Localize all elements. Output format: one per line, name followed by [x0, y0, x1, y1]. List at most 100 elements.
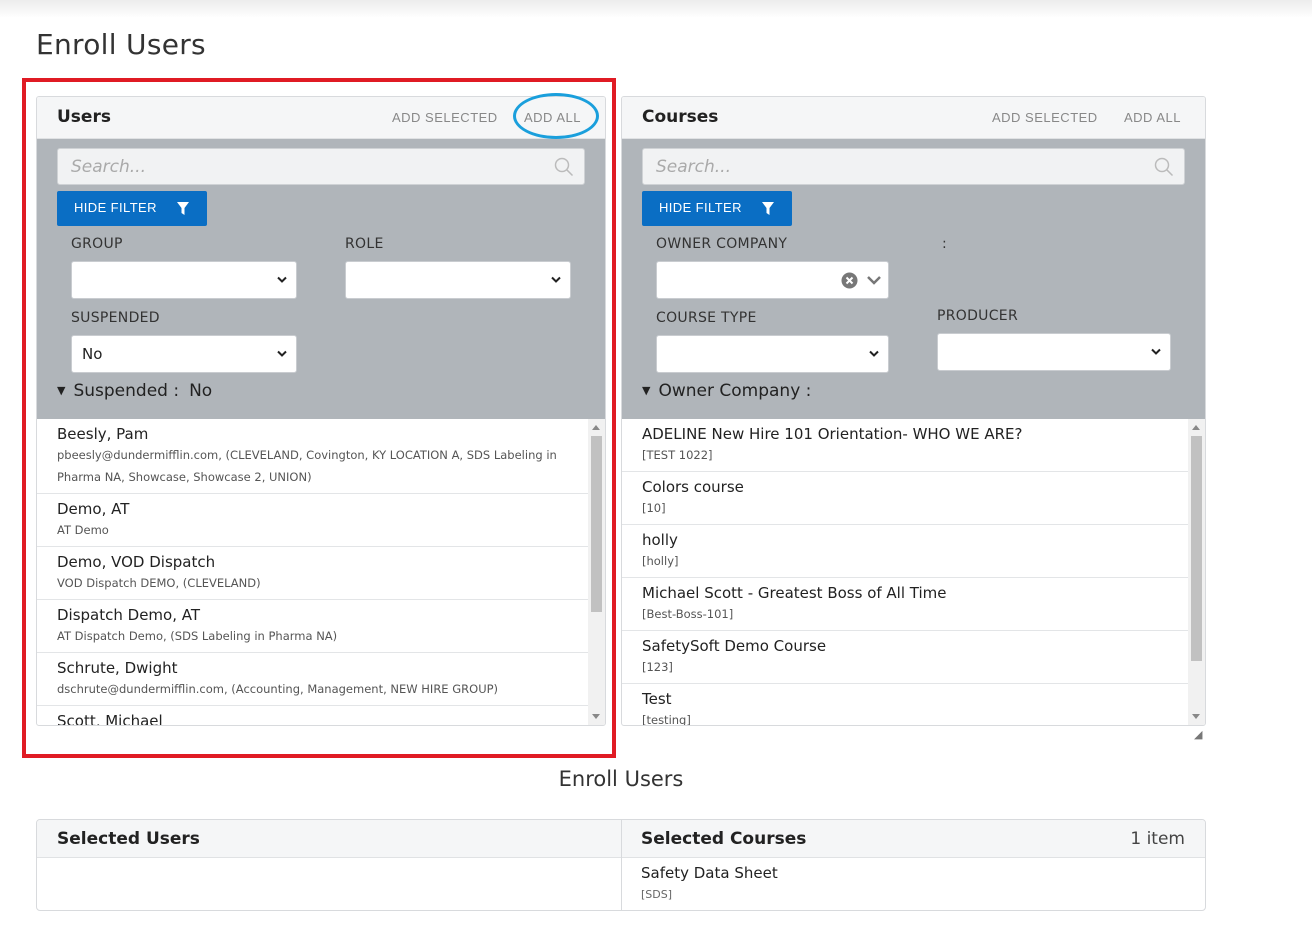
courses-list: ADELINE New Hire 101 Orientation- WHO WE… [622, 419, 1188, 725]
users-hide-filter-button[interactable]: HIDE FILTER [57, 191, 207, 226]
item-name: holly [642, 531, 678, 549]
chevron-down-icon [869, 350, 879, 357]
item-detail: pbeesly@dundermifflin.com, (CLEVELAND, C… [57, 448, 557, 484]
item-detail: [testing] [642, 713, 691, 725]
list-item[interactable]: ADELINE New Hire 101 Orientation- WHO WE… [622, 419, 1188, 472]
list-item[interactable]: Dispatch Demo, AT AT Dispatch Demo, (SDS… [37, 600, 588, 653]
scroll-thumb[interactable] [1191, 436, 1202, 661]
users-active-filter: ▼ Suspended : No [57, 381, 212, 401]
enroll-section-title: Enroll Users [558, 767, 684, 791]
scroll-thumb[interactable] [591, 436, 602, 612]
item-name: Colors course [642, 478, 744, 496]
group-label: GROUP [71, 236, 123, 252]
chevron-down-icon [277, 350, 287, 357]
item-detail: dschrute@dundermifflin.com, (Accounting,… [57, 682, 499, 696]
role-select[interactable] [345, 261, 571, 299]
users-filter-area: HIDE FILTER GROUP ROLE SUSPENDED No ▼ Sus… [37, 139, 605, 419]
hide-filter-label: HIDE FILTER [659, 200, 742, 215]
scroll-down-icon[interactable] [1192, 714, 1200, 719]
list-item[interactable]: Beesly, Pam pbeesly@dundermifflin.com, (… [37, 419, 588, 494]
item-detail: [TEST 1022] [642, 448, 713, 462]
users-add-selected-button[interactable]: ADD SELECTED [392, 110, 498, 125]
list-item[interactable]: SafetySoft Demo Course [123] [622, 631, 1188, 684]
owner-company-select[interactable] [656, 261, 889, 299]
chevron-down-icon [277, 276, 287, 283]
list-item[interactable]: Scott, Michael [37, 706, 588, 725]
filter-icon: ▼ [642, 384, 651, 397]
users-panel-header: Users ADD SELECTED ADD ALL [37, 97, 605, 139]
users-panel-title: Users [57, 107, 111, 127]
item-name: Demo, VOD Dispatch [57, 553, 216, 571]
list-item[interactable]: Demo, AT AT Demo [37, 494, 588, 547]
course-type-select[interactable] [656, 335, 889, 373]
resize-handle-icon[interactable]: ◢ [1194, 728, 1202, 741]
item-detail: [Best-Boss-101] [642, 607, 734, 621]
group-select[interactable] [71, 261, 297, 299]
list-item[interactable]: Schrute, Dwight dschrute@dundermifflin.c… [37, 653, 588, 706]
column-divider [621, 820, 622, 910]
selected-courses-title: Selected Courses [641, 829, 807, 849]
list-item[interactable]: Demo, VOD Dispatch VOD Dispatch DEMO, (C… [37, 547, 588, 600]
courses-panel-header: Courses ADD SELECTED ADD ALL [622, 97, 1205, 139]
role-label: ROLE [345, 236, 384, 252]
list-item[interactable]: Test [testing] [622, 684, 1188, 725]
courses-panel-title: Courses [642, 107, 719, 127]
item-detail: [10] [642, 501, 666, 515]
selected-courses-count: 1 item [1130, 829, 1185, 849]
chevron-down-icon [551, 276, 561, 283]
item-name: Beesly, Pam [57, 425, 149, 443]
chevron-down-icon [1151, 348, 1161, 355]
scroll-down-icon[interactable] [592, 714, 600, 719]
item-detail: AT Demo [57, 523, 109, 537]
courses-hide-filter-button[interactable]: HIDE FILTER [642, 191, 792, 226]
selected-users-title: Selected Users [57, 829, 200, 849]
item-name: ADELINE New Hire 101 Orientation- WHO WE… [642, 425, 1023, 443]
filter-icon [177, 202, 189, 215]
active-filter-value: No [189, 381, 213, 401]
item-name: Safety Data Sheet [641, 864, 778, 882]
colon-label: : [942, 236, 948, 252]
search-icon [1154, 157, 1174, 177]
suspended-select[interactable]: No [71, 335, 297, 373]
item-name: Dispatch Demo, AT [57, 606, 201, 624]
users-scrollbar[interactable] [588, 419, 605, 725]
top-shadow [0, 0, 1312, 18]
users-search [57, 148, 585, 185]
scroll-up-icon[interactable] [592, 425, 600, 430]
item-name: Michael Scott - Greatest Boss of All Tim… [642, 584, 947, 602]
chevron-down-icon [867, 276, 881, 285]
suspended-select-value: No [82, 345, 103, 363]
users-search-input[interactable] [58, 149, 584, 184]
courses-add-selected-button[interactable]: ADD SELECTED [992, 110, 1098, 125]
courses-search-input[interactable] [643, 149, 1184, 184]
owner-company-label: OWNER COMPANY [656, 236, 788, 252]
list-item[interactable]: Colors course [10] [622, 472, 1188, 525]
users-panel: Users ADD SELECTED ADD ALL HIDE FILTER G… [36, 96, 606, 726]
courses-panel: Courses ADD SELECTED ADD ALL HIDE FILTER… [621, 96, 1206, 726]
selected-course-item[interactable]: Safety Data Sheet [SDS] [641, 864, 778, 901]
selected-table: Selected Users Selected Courses 1 item S… [36, 819, 1206, 911]
courses-scrollbar[interactable] [1188, 419, 1205, 725]
courses-add-all-button[interactable]: ADD ALL [1124, 110, 1181, 125]
filter-icon: ▼ [57, 384, 66, 397]
course-type-label: COURSE TYPE [656, 310, 757, 326]
clear-icon[interactable] [841, 272, 858, 289]
item-detail: [holly] [642, 554, 679, 568]
filter-icon [762, 202, 774, 215]
producer-select[interactable] [937, 333, 1171, 371]
scroll-up-icon[interactable] [1192, 425, 1200, 430]
item-name: SafetySoft Demo Course [642, 637, 827, 655]
item-name: Scott, Michael [57, 712, 163, 725]
search-icon [554, 157, 574, 177]
active-filter-label: Suspended : [73, 381, 180, 401]
item-detail: [123] [642, 660, 673, 674]
users-add-all-button[interactable]: ADD ALL [524, 110, 581, 125]
item-detail: [SDS] [641, 888, 673, 901]
item-name: Demo, AT [57, 500, 130, 518]
courses-active-filter: ▼ Owner Company : [642, 381, 821, 401]
list-item[interactable]: holly [holly] [622, 525, 1188, 578]
item-name: Test [642, 690, 672, 708]
item-detail: VOD Dispatch DEMO, (CLEVELAND) [57, 576, 261, 590]
list-item[interactable]: Michael Scott - Greatest Boss of All Tim… [622, 578, 1188, 631]
hide-filter-label: HIDE FILTER [74, 200, 157, 215]
